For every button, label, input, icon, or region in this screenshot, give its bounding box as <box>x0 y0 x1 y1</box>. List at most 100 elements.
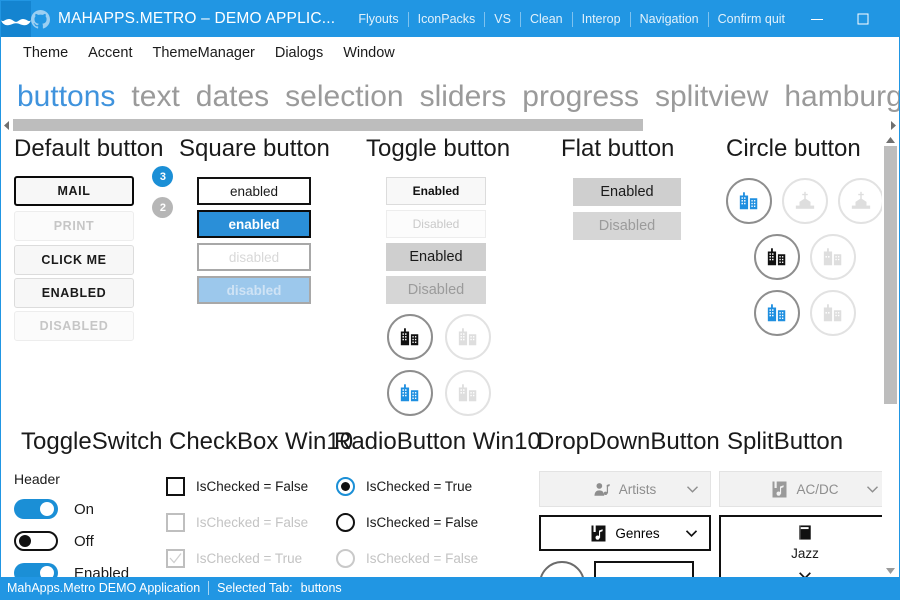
radio-unchecked-enabled[interactable] <box>336 513 355 532</box>
titlebar-item-clean[interactable]: Clean <box>521 1 572 37</box>
circle-button-city-disabled-1[interactable] <box>810 234 856 280</box>
toggleswitch-enabled[interactable] <box>14 563 58 577</box>
close-button[interactable] <box>886 1 900 37</box>
tab-buttons[interactable]: buttons <box>9 78 123 116</box>
tab-dates[interactable]: dates <box>188 78 277 116</box>
tab-selection[interactable]: selection <box>277 78 411 116</box>
circle-button-city-dark[interactable] <box>754 234 800 280</box>
square-button-label: disabled <box>229 250 279 265</box>
circle-button-church-disabled-1[interactable] <box>782 178 828 224</box>
toggle-circle-city-disabled[interactable] <box>445 314 491 360</box>
toggle-circle-city-dark[interactable] <box>387 314 433 360</box>
titlebar-item-vs[interactable]: VS <box>485 1 520 37</box>
maximize-button[interactable] <box>840 1 886 37</box>
button-mail[interactable]: MAIL <box>14 176 134 206</box>
splitbutton-partial-panel[interactable] <box>594 561 694 577</box>
dropdown-button-artists[interactable]: Artists <box>539 471 711 507</box>
button-print[interactable]: PRINT <box>14 211 134 241</box>
menu-item-window[interactable]: Window <box>333 37 405 70</box>
toggleswitch-off[interactable] <box>14 531 58 551</box>
radio-dot <box>341 482 350 491</box>
square-button-disabled-outline[interactable]: disabled <box>197 243 311 271</box>
scroll-right-button[interactable] <box>887 116 899 134</box>
circle-button-partial[interactable] <box>539 561 585 577</box>
titlebar-item-confirm-quit[interactable]: Confirm quit <box>709 1 794 37</box>
circle-button-church-disabled-2[interactable] <box>838 178 882 224</box>
hscroll-track[interactable] <box>13 118 887 132</box>
checkbox-row-1[interactable]: IsChecked = False <box>166 477 353 496</box>
radio-row-1[interactable]: IsChecked = True <box>336 477 541 496</box>
checkbox-unchecked-disabled[interactable] <box>166 513 185 532</box>
toggle-button-disabled[interactable]: Disabled <box>386 210 486 238</box>
button-disabled[interactable]: DISABLED <box>14 311 134 341</box>
section-title-circle-button: Circle button <box>726 134 882 164</box>
checkbox-unchecked-enabled[interactable] <box>166 477 185 496</box>
demo-grid: Default button MAIL 3 PRINT 2 <box>1 134 882 577</box>
titlebar-item-navigation[interactable]: Navigation <box>631 1 708 37</box>
toggle-circle-city-disabled-2[interactable] <box>445 370 491 416</box>
toggle-button-enabled[interactable]: Enabled <box>386 177 486 205</box>
splitbutton-panel[interactable]: Jazz <box>719 515 882 577</box>
menu-item-accent[interactable]: Accent <box>78 37 142 70</box>
titlebar-item-interop[interactable]: Interop <box>573 1 630 37</box>
toggleswitch-label-enabled: Enabled <box>74 565 129 578</box>
vscroll-track[interactable] <box>882 146 899 565</box>
city-icon <box>399 326 421 348</box>
button-click-me[interactable]: CLICK ME <box>14 245 134 275</box>
tab-hamburger[interactable]: hamburger <box>776 78 899 116</box>
menu-item-thememanager[interactable]: ThemeManager <box>142 37 264 70</box>
button-enabled[interactable]: ENABLED <box>14 278 134 308</box>
menu-item-theme[interactable]: Theme <box>13 37 78 70</box>
tab-sliders[interactable]: sliders <box>412 78 515 116</box>
toggleswitch-on[interactable] <box>14 499 58 519</box>
hscroll-thumb[interactable] <box>13 119 643 131</box>
radio-row-3[interactable]: IsChecked = False <box>336 549 541 568</box>
tab-splitview[interactable]: splitview <box>647 78 776 116</box>
checkbox-row-3[interactable]: IsChecked = True <box>166 549 353 568</box>
toggleswitch-header: Header <box>14 471 162 487</box>
tab-progress[interactable]: progress <box>514 78 647 116</box>
circle-button-city-disabled-2[interactable] <box>810 290 856 336</box>
app-title: MAHAPPS.METRO – DEMO APPLIC... <box>58 10 349 28</box>
radio-label: IsChecked = True <box>366 479 472 494</box>
tab-horizontal-scrollbar[interactable] <box>1 116 899 134</box>
toggle-button-checked-enabled[interactable]: Enabled <box>386 243 486 271</box>
radio-unchecked-disabled[interactable] <box>336 549 355 568</box>
toggle-circle-city-accent[interactable] <box>387 370 433 416</box>
circle-button-city-accent-2[interactable] <box>754 290 800 336</box>
splitbutton-header-label: AC/DC <box>796 482 838 497</box>
content-vertical-scrollbar[interactable] <box>882 134 899 577</box>
check-icon <box>169 552 182 565</box>
menu-item-dialogs[interactable]: Dialogs <box>265 37 333 70</box>
flat-button-disabled[interactable]: Disabled <box>573 212 681 240</box>
titlebar-item-iconpacks[interactable]: IconPacks <box>409 1 485 37</box>
radio-row-2[interactable]: IsChecked = False <box>336 513 541 532</box>
square-button-disabled-filled[interactable]: disabled <box>197 276 311 304</box>
splitbutton-header[interactable]: AC/DC <box>719 471 882 507</box>
scroll-up-button[interactable] <box>882 134 899 146</box>
flat-button-enabled[interactable]: Enabled <box>573 178 681 206</box>
square-button-enabled-filled[interactable]: enabled <box>197 210 311 238</box>
minimize-button[interactable] <box>794 1 840 37</box>
circle-button-city-accent[interactable] <box>726 178 772 224</box>
section-default-button: Default button MAIL 3 PRINT 2 <box>14 134 163 341</box>
toggle-button-checked-disabled[interactable]: Disabled <box>386 276 486 304</box>
vscroll-thumb[interactable] <box>884 146 897 404</box>
scroll-left-button[interactable] <box>1 116 13 134</box>
dropdown-button-genres[interactable]: Genres <box>539 515 711 551</box>
section-circle-button: Circle button <box>726 134 882 336</box>
toggle-button-label: Disabled <box>408 282 464 298</box>
github-button[interactable] <box>31 1 50 37</box>
status-divider <box>208 581 209 595</box>
chevron-down-icon <box>799 567 811 577</box>
checkbox-row-2[interactable]: IsChecked = False <box>166 513 353 532</box>
scroll-down-button[interactable] <box>882 565 899 577</box>
tab-text[interactable]: text <box>123 78 187 116</box>
minimize-icon <box>811 13 823 25</box>
radio-checked-enabled[interactable] <box>336 477 355 496</box>
checkbox-checked-disabled[interactable] <box>166 549 185 568</box>
section-title-toggle-button: Toggle button <box>366 134 510 164</box>
titlebar-item-flyouts[interactable]: Flyouts <box>349 1 407 37</box>
square-button-enabled-outline[interactable]: enabled <box>197 177 311 205</box>
section-dropdownbutton: DropDownButton <box>537 427 720 577</box>
